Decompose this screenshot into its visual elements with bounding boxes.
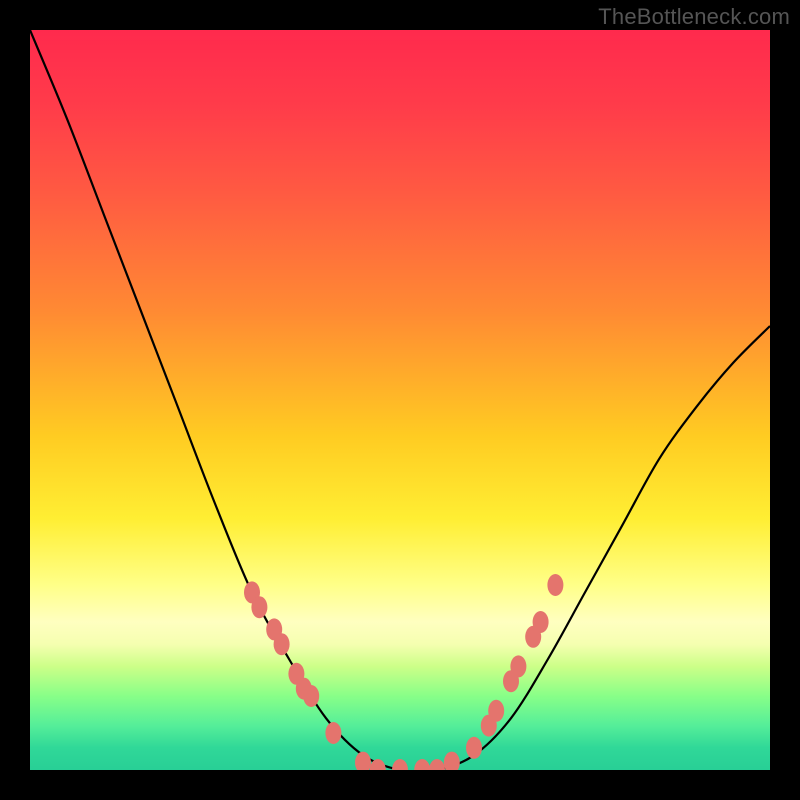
curve-marker [251,596,267,618]
curve-marker [414,759,430,770]
curve-marker [303,685,319,707]
curve-marker [429,759,445,770]
bottleneck-curve-svg [30,30,770,770]
curve-marker [325,722,341,744]
curve-markers [244,574,563,770]
bottleneck-curve [30,30,770,770]
curve-marker [274,633,290,655]
curve-marker [510,655,526,677]
curve-marker [466,737,482,759]
chart-frame: TheBottleneck.com [0,0,800,800]
curve-marker [355,752,371,770]
curve-marker [547,574,563,596]
curve-marker [533,611,549,633]
watermark-text: TheBottleneck.com [598,4,790,30]
curve-marker [488,700,504,722]
curve-marker [392,759,408,770]
plot-area [30,30,770,770]
curve-marker [444,752,460,770]
